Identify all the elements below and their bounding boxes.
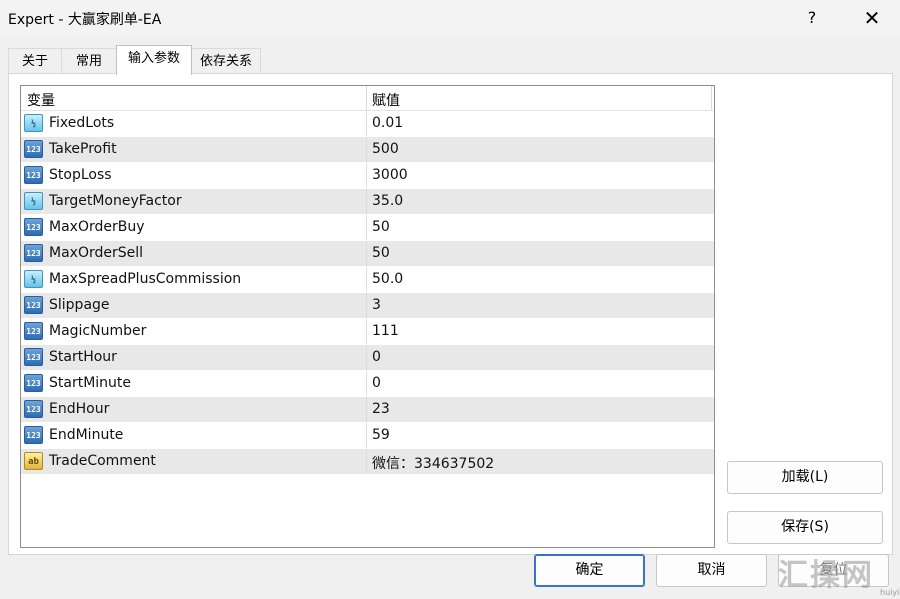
param-row[interactable]: ½ FixedLots 0.01: [21, 111, 714, 137]
column-divider-end: [711, 86, 712, 110]
param-name: TradeComment: [49, 453, 156, 469]
title-bar: Expert - 大赢家刷单-EA ? ✕: [0, 0, 900, 36]
param-value[interactable]: 微信：334637502: [372, 453, 494, 473]
param-row[interactable]: 123 MagicNumber 111: [21, 319, 714, 345]
cancel-button[interactable]: 取消: [656, 554, 767, 587]
int-type-icon: 123: [24, 322, 43, 340]
param-name: MagicNumber: [49, 323, 147, 339]
param-name: TakeProfit: [49, 141, 117, 157]
save-button[interactable]: 保存(S): [727, 511, 883, 544]
cell-divider: [366, 241, 367, 266]
cell-divider: [366, 215, 367, 240]
param-value[interactable]: 0.01: [372, 115, 403, 131]
cell-divider: [366, 371, 367, 396]
param-value[interactable]: 35.0: [372, 193, 403, 209]
column-divider[interactable]: [366, 86, 367, 110]
tab-common[interactable]: 常用: [61, 48, 117, 74]
param-name: StartMinute: [49, 375, 132, 391]
cell-divider: [366, 267, 367, 292]
param-value[interactable]: 111: [372, 323, 399, 339]
param-row[interactable]: 123 MaxOrderBuy 50: [21, 215, 714, 241]
int-type-icon: 123: [24, 218, 43, 236]
param-value[interactable]: 50.0: [372, 271, 403, 287]
int-type-icon: 123: [24, 400, 43, 418]
cell-divider: [366, 345, 367, 370]
param-value[interactable]: 0: [372, 349, 381, 365]
grid-header: 变量 赋值: [21, 86, 714, 111]
double-type-icon: ½: [24, 192, 43, 210]
cell-divider: [366, 163, 367, 188]
cell-divider: [366, 319, 367, 344]
int-type-icon: 123: [24, 348, 43, 366]
double-type-icon: ½: [24, 270, 43, 288]
parameters-grid[interactable]: 变量 赋值 ½ FixedLots 0.01 123 TakeProfit 500 123 S…: [20, 85, 715, 548]
cell-divider: [366, 293, 367, 318]
int-type-icon: 123: [24, 244, 43, 262]
param-row[interactable]: ½ MaxSpreadPlusCommission 50.0: [21, 267, 714, 293]
param-row[interactable]: 123 MaxOrderSell 50: [21, 241, 714, 267]
tab-dependencies[interactable]: 依存关系: [191, 48, 261, 74]
param-value[interactable]: 0: [372, 375, 381, 391]
grid-rows: ½ FixedLots 0.01 123 TakeProfit 500 123 StopLos…: [21, 111, 714, 475]
param-value[interactable]: 50: [372, 245, 390, 261]
param-value[interactable]: 59: [372, 427, 390, 443]
double-type-icon: ½: [24, 114, 43, 132]
param-name: StopLoss: [49, 167, 112, 183]
param-name: EndHour: [49, 401, 110, 417]
param-row[interactable]: 123 StartHour 0: [21, 345, 714, 371]
int-type-icon: 123: [24, 426, 43, 444]
param-name: MaxSpreadPlusCommission: [49, 271, 242, 287]
column-header-variable[interactable]: 变量: [27, 90, 55, 110]
param-value[interactable]: 3000: [372, 167, 408, 183]
param-value[interactable]: 3: [372, 297, 381, 313]
int-type-icon: 123: [24, 296, 43, 314]
cell-divider: [366, 449, 367, 474]
load-button[interactable]: 加载(L): [727, 461, 883, 494]
param-name: EndMinute: [49, 427, 124, 443]
int-type-icon: 123: [24, 140, 43, 158]
close-button[interactable]: ✕: [852, 4, 892, 32]
param-row[interactable]: 123 EndHour 23: [21, 397, 714, 423]
param-value[interactable]: 23: [372, 401, 390, 417]
column-header-value[interactable]: 赋值: [372, 90, 400, 110]
watermark-url: huiyi.net: [880, 588, 900, 597]
int-type-icon: 123: [24, 166, 43, 184]
param-row[interactable]: 123 StartMinute 0: [21, 371, 714, 397]
param-name: MaxOrderBuy: [49, 219, 145, 235]
param-row[interactable]: 123 TakeProfit 500: [21, 137, 714, 163]
param-name: Slippage: [49, 297, 110, 313]
param-row[interactable]: ab TradeComment 微信：334637502: [21, 449, 714, 475]
cell-divider: [366, 189, 367, 214]
param-name: MaxOrderSell: [49, 245, 144, 261]
param-row[interactable]: 123 Slippage 3: [21, 293, 714, 319]
cell-divider: [366, 423, 367, 448]
int-type-icon: 123: [24, 374, 43, 392]
cell-divider: [366, 397, 367, 422]
cell-divider: [366, 137, 367, 162]
tab-inputs[interactable]: 输入参数: [116, 45, 192, 75]
param-value[interactable]: 500: [372, 141, 399, 157]
help-button[interactable]: ?: [792, 4, 832, 32]
string-type-icon: ab: [24, 452, 43, 470]
param-name: StartHour: [49, 349, 117, 365]
cell-divider: [366, 111, 367, 136]
param-row[interactable]: 123 StopLoss 3000: [21, 163, 714, 189]
param-row[interactable]: ½ TargetMoneyFactor 35.0: [21, 189, 714, 215]
param-value[interactable]: 50: [372, 219, 390, 235]
param-name: TargetMoneyFactor: [49, 193, 182, 209]
window-title: Expert - 大赢家刷单-EA: [8, 12, 162, 28]
param-row[interactable]: 123 EndMinute 59: [21, 423, 714, 449]
inputs-panel: 变量 赋值 ½ FixedLots 0.01 123 TakeProfit 500 123 S…: [8, 73, 893, 555]
ok-button[interactable]: 确定: [534, 554, 645, 587]
param-name: FixedLots: [49, 115, 115, 131]
tab-about[interactable]: 关于: [8, 48, 62, 74]
